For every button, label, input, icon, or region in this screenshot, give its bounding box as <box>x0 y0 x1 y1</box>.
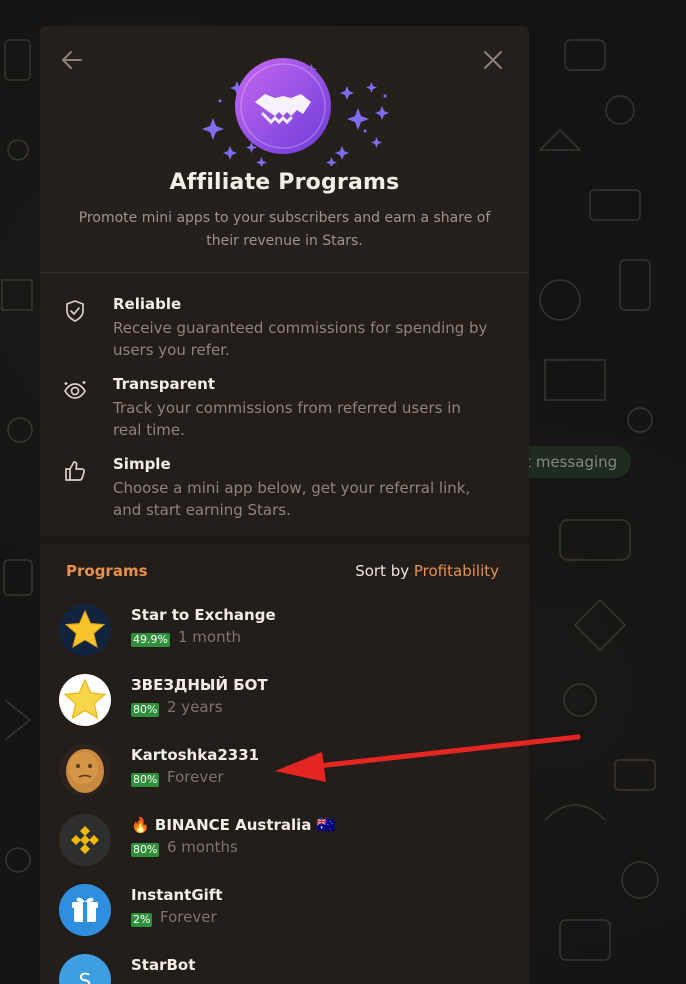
modal-header: Affiliate Programs Promote mini apps to … <box>40 26 529 272</box>
program-item[interactable]: Star to Exchange 49.9% 1 month <box>40 604 529 672</box>
commission-badge: 80% <box>131 773 160 787</box>
programs-label: Programs <box>66 562 148 580</box>
close-icon[interactable] <box>479 46 507 74</box>
program-duration: 1 month <box>178 628 241 646</box>
commission-badge: 80% <box>131 703 160 717</box>
feature-transparent: Transparent Track your commissions from … <box>40 375 529 445</box>
feature-reliable: Reliable Receive guaranteed commissions … <box>40 295 529 365</box>
letter-s-avatar: S <box>59 954 111 984</box>
feature-description: Track your commissions from referred use… <box>113 399 461 439</box>
sort-dropdown[interactable]: Sort by Profitability <box>355 562 499 580</box>
commission-badge: 80% <box>131 843 160 857</box>
program-item[interactable]: Kartoshka2331 80% Forever <box>40 744 529 812</box>
svg-text:S: S <box>79 969 92 984</box>
program-name: Star to Exchange <box>131 606 276 624</box>
program-duration: 6 months <box>167 838 238 856</box>
affiliate-programs-modal: Affiliate Programs Promote mini apps to … <box>40 26 529 984</box>
shield-check-icon <box>62 298 88 324</box>
eye-coin-icon <box>62 378 88 404</box>
feature-description: Choose a mini app below, get your referr… <box>113 479 471 519</box>
program-name: 🔥 BINANCE Australia 🇦🇺 <box>131 816 336 834</box>
feature-title: Transparent <box>113 375 215 393</box>
handshake-icon <box>233 56 333 156</box>
potato-avatar <box>59 744 111 796</box>
commission-badge: 2% <box>131 913 153 927</box>
star-icon <box>59 674 111 726</box>
program-name: Kartoshka2331 <box>131 746 260 764</box>
program-name: InstantGift <box>131 886 223 904</box>
section-divider <box>40 536 529 544</box>
page-title: Affiliate Programs <box>169 170 400 195</box>
program-item[interactable]: InstantGift 2% Forever <box>40 884 529 952</box>
program-name: StarBot <box>131 956 196 974</box>
program-duration: 2 years <box>167 698 223 716</box>
programs-header: Programs Sort by Profitability <box>40 562 529 586</box>
gift-icon <box>59 884 111 936</box>
program-item[interactable]: 🔥 BINANCE Australia 🇦🇺 80% 6 months <box>40 814 529 882</box>
arrow-left-icon[interactable] <box>58 46 86 74</box>
thumbs-up-icon <box>62 458 88 484</box>
program-item[interactable]: ЗВЕЗДНЫЙ БОТ 80% 2 years <box>40 674 529 742</box>
feature-description: Receive guaranteed commissions for spend… <box>113 319 488 359</box>
binance-logo <box>59 814 111 866</box>
feature-simple: Simple Choose a mini app below, get your… <box>40 455 529 525</box>
features-list: Reliable Receive guaranteed commissions … <box>40 272 529 537</box>
program-item[interactable]: S StarBot <box>40 954 529 984</box>
feature-title: Simple <box>113 455 171 473</box>
sort-prefix: Sort by <box>355 562 410 580</box>
star-icon <box>59 604 111 656</box>
sort-value[interactable]: Profitability <box>414 562 499 580</box>
feature-title: Reliable <box>113 295 182 313</box>
program-duration: Forever <box>167 768 224 786</box>
program-name: ЗВЕЗДНЫЙ БОТ <box>131 676 268 694</box>
page-subtitle: Promote mini apps to your subscribers an… <box>78 210 491 249</box>
commission-badge: 49.9% <box>131 633 170 647</box>
program-duration: Forever <box>160 908 217 926</box>
